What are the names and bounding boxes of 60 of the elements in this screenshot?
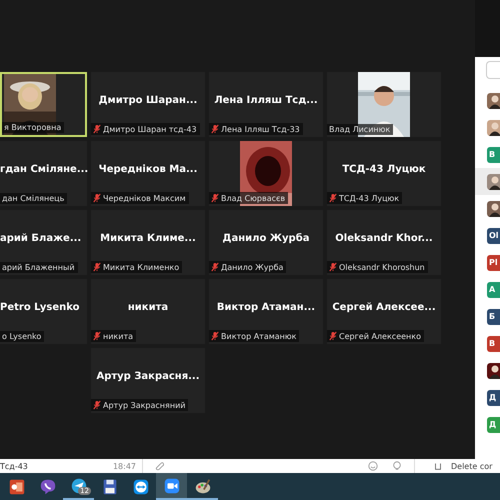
label-text: Влад Лисинюк — [329, 125, 390, 134]
label-text: Oleksandr Khoroshun — [339, 262, 425, 272]
paperclip-icon[interactable] — [155, 461, 165, 471]
smile-icon[interactable] — [368, 461, 378, 471]
label-text: ТСД-43 Луцюк — [339, 194, 400, 202]
participant-row[interactable]: А — [475, 276, 500, 303]
initials-avatar: Д — [487, 416, 500, 432]
participant-row[interactable]: Ol — [475, 222, 500, 249]
label-text: Лена Ілляш Тсд-33 — [221, 124, 300, 134]
video-camera-icon — [162, 476, 180, 494]
participant-name: Артур Закрасня... — [96, 371, 200, 384]
presentation-app-icon — [8, 478, 26, 496]
initials-avatar: Б — [487, 308, 500, 324]
label-text: Данило Журба — [221, 262, 284, 272]
participant-name: Oleksandr Khor... — [335, 233, 433, 246]
phone-chat-icon — [38, 478, 56, 496]
chat-time: 18:47 — [112, 462, 136, 470]
participant-name: Виктор Атаман... — [216, 302, 316, 315]
label-text: дан Смілянець — [2, 194, 64, 203]
initials-avatar: А — [487, 282, 500, 298]
initials-avatar: Ol — [487, 228, 500, 244]
participant-row[interactable]: Pl — [475, 249, 500, 276]
label-text: Влад Сюрвасєв — [221, 194, 286, 202]
label-text: Артур Закрасняний — [103, 400, 186, 410]
delete-chat-link[interactable]: Delete cor — [451, 462, 492, 470]
participant-name: Сергей Алексее... — [332, 302, 436, 315]
initials-avatar: В — [487, 336, 500, 352]
participant-name: никита — [128, 302, 168, 315]
participant-name: арий Блаже... — [0, 233, 82, 246]
bulb-icon[interactable] — [392, 461, 402, 471]
label-text: никита — [103, 332, 134, 340]
initials-avatar: Pl — [487, 254, 500, 270]
participant-row[interactable]: Б — [475, 303, 500, 330]
participant-name: Чередніков Ма... — [98, 164, 198, 177]
label-text: Чередніков Максим — [103, 194, 186, 202]
participant-name: гдан Сміляне... — [0, 164, 88, 177]
participant-row[interactable] — [475, 168, 500, 195]
label-text: я Викторовна — [4, 123, 62, 132]
participant-name: Лена Ілляш Тсд... — [214, 95, 318, 108]
label-text: Виктор Атаманюк — [221, 332, 296, 340]
label-text: Дмитро Шаран тсд-43 — [103, 124, 197, 134]
initials-avatar: В — [487, 146, 500, 162]
label-text: o Lysenko — [2, 332, 42, 341]
taskbar-button[interactable] — [156, 473, 187, 500]
participant-name: Микита Климе... — [100, 233, 196, 246]
participant-row[interactable]: В — [475, 141, 500, 168]
participant-name: Petro Lysenko — [0, 302, 80, 315]
label-text: Сергей Алексеенко — [339, 332, 421, 340]
participant-row[interactable]: Д — [475, 384, 500, 411]
participant-row[interactable]: Д — [475, 411, 500, 438]
participant-row[interactable]: В — [475, 330, 500, 357]
label-text: Микита Клименко — [103, 262, 180, 272]
label-text: арий Блаженный — [2, 263, 75, 272]
search-field[interactable] — [486, 61, 500, 79]
participant-name: Дмитро Шаран... — [98, 95, 198, 108]
participant-name: ТСД-43 Луцюк — [342, 164, 426, 177]
palette-icon — [194, 476, 212, 494]
participant-name: Данило Журба — [222, 233, 310, 246]
chat-name[interactable]: Тсд-43 — [0, 462, 28, 470]
initials-avatar: Д — [487, 390, 500, 406]
